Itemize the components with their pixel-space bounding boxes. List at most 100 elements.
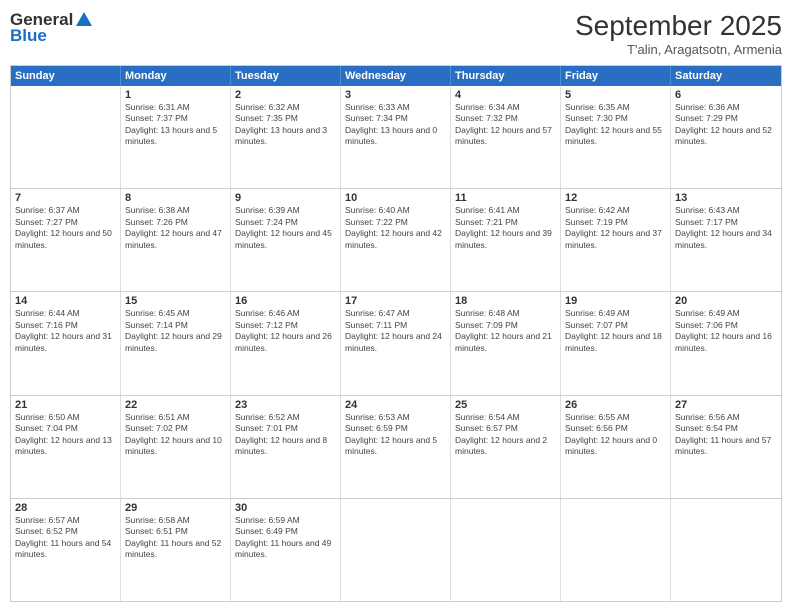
calendar-cell: 23Sunrise: 6:52 AMSunset: 7:01 PMDayligh… bbox=[231, 396, 341, 498]
day-number: 8 bbox=[125, 192, 226, 204]
day-number: 18 bbox=[455, 295, 556, 307]
calendar-cell: 29Sunrise: 6:58 AMSunset: 6:51 PMDayligh… bbox=[121, 499, 231, 601]
calendar-cell: 21Sunrise: 6:50 AMSunset: 7:04 PMDayligh… bbox=[11, 396, 121, 498]
day-number: 12 bbox=[565, 192, 666, 204]
day-number: 2 bbox=[235, 89, 336, 101]
calendar-cell: 5Sunrise: 6:35 AMSunset: 7:30 PMDaylight… bbox=[561, 86, 671, 188]
calendar-cell: 8Sunrise: 6:38 AMSunset: 7:26 PMDaylight… bbox=[121, 189, 231, 291]
calendar-cell: 19Sunrise: 6:49 AMSunset: 7:07 PMDayligh… bbox=[561, 292, 671, 394]
day-info: Sunrise: 6:31 AMSunset: 7:37 PMDaylight:… bbox=[125, 102, 226, 148]
day-number: 22 bbox=[125, 399, 226, 411]
calendar-cell: 9Sunrise: 6:39 AMSunset: 7:24 PMDaylight… bbox=[231, 189, 341, 291]
day-info: Sunrise: 6:35 AMSunset: 7:30 PMDaylight:… bbox=[565, 102, 666, 148]
day-info: Sunrise: 6:51 AMSunset: 7:02 PMDaylight:… bbox=[125, 412, 226, 458]
logo: General Blue bbox=[10, 10, 92, 46]
day-info: Sunrise: 6:52 AMSunset: 7:01 PMDaylight:… bbox=[235, 412, 336, 458]
day-info: Sunrise: 6:44 AMSunset: 7:16 PMDaylight:… bbox=[15, 308, 116, 354]
day-info: Sunrise: 6:53 AMSunset: 6:59 PMDaylight:… bbox=[345, 412, 446, 458]
day-info: Sunrise: 6:48 AMSunset: 7:09 PMDaylight:… bbox=[455, 308, 556, 354]
calendar-cell bbox=[451, 499, 561, 601]
subtitle: T'alin, Aragatsotn, Armenia bbox=[575, 42, 782, 57]
day-number: 16 bbox=[235, 295, 336, 307]
calendar-cell: 10Sunrise: 6:40 AMSunset: 7:22 PMDayligh… bbox=[341, 189, 451, 291]
day-info: Sunrise: 6:47 AMSunset: 7:11 PMDaylight:… bbox=[345, 308, 446, 354]
day-info: Sunrise: 6:39 AMSunset: 7:24 PMDaylight:… bbox=[235, 205, 336, 251]
calendar-cell: 4Sunrise: 6:34 AMSunset: 7:32 PMDaylight… bbox=[451, 86, 561, 188]
day-number: 24 bbox=[345, 399, 446, 411]
calendar-cell: 11Sunrise: 6:41 AMSunset: 7:21 PMDayligh… bbox=[451, 189, 561, 291]
day-info: Sunrise: 6:55 AMSunset: 6:56 PMDaylight:… bbox=[565, 412, 666, 458]
day-info: Sunrise: 6:37 AMSunset: 7:27 PMDaylight:… bbox=[15, 205, 116, 251]
day-info: Sunrise: 6:49 AMSunset: 7:07 PMDaylight:… bbox=[565, 308, 666, 354]
calendar: SundayMondayTuesdayWednesdayThursdayFrid… bbox=[10, 65, 782, 602]
calendar-cell: 25Sunrise: 6:54 AMSunset: 6:57 PMDayligh… bbox=[451, 396, 561, 498]
calendar-cell: 6Sunrise: 6:36 AMSunset: 7:29 PMDaylight… bbox=[671, 86, 781, 188]
day-number: 3 bbox=[345, 89, 446, 101]
day-info: Sunrise: 6:40 AMSunset: 7:22 PMDaylight:… bbox=[345, 205, 446, 251]
calendar-cell: 1Sunrise: 6:31 AMSunset: 7:37 PMDaylight… bbox=[121, 86, 231, 188]
day-info: Sunrise: 6:54 AMSunset: 6:57 PMDaylight:… bbox=[455, 412, 556, 458]
header: General Blue September 2025 T'alin, Arag… bbox=[10, 10, 782, 57]
day-number: 5 bbox=[565, 89, 666, 101]
calendar-cell bbox=[11, 86, 121, 188]
day-info: Sunrise: 6:32 AMSunset: 7:35 PMDaylight:… bbox=[235, 102, 336, 148]
day-number: 7 bbox=[15, 192, 116, 204]
calendar-cell: 30Sunrise: 6:59 AMSunset: 6:49 PMDayligh… bbox=[231, 499, 341, 601]
calendar-cell: 7Sunrise: 6:37 AMSunset: 7:27 PMDaylight… bbox=[11, 189, 121, 291]
day-number: 26 bbox=[565, 399, 666, 411]
day-number: 14 bbox=[15, 295, 116, 307]
day-number: 28 bbox=[15, 502, 116, 514]
calendar-row-2: 7Sunrise: 6:37 AMSunset: 7:27 PMDaylight… bbox=[11, 188, 781, 291]
header-day-friday: Friday bbox=[561, 66, 671, 86]
day-info: Sunrise: 6:36 AMSunset: 7:29 PMDaylight:… bbox=[675, 102, 777, 148]
day-info: Sunrise: 6:45 AMSunset: 7:14 PMDaylight:… bbox=[125, 308, 226, 354]
day-info: Sunrise: 6:41 AMSunset: 7:21 PMDaylight:… bbox=[455, 205, 556, 251]
day-number: 15 bbox=[125, 295, 226, 307]
day-number: 23 bbox=[235, 399, 336, 411]
header-day-tuesday: Tuesday bbox=[231, 66, 341, 86]
day-info: Sunrise: 6:34 AMSunset: 7:32 PMDaylight:… bbox=[455, 102, 556, 148]
day-number: 17 bbox=[345, 295, 446, 307]
day-number: 4 bbox=[455, 89, 556, 101]
day-number: 19 bbox=[565, 295, 666, 307]
day-info: Sunrise: 6:59 AMSunset: 6:49 PMDaylight:… bbox=[235, 515, 336, 561]
day-info: Sunrise: 6:58 AMSunset: 6:51 PMDaylight:… bbox=[125, 515, 226, 561]
month-title: September 2025 bbox=[575, 10, 782, 42]
calendar-row-5: 28Sunrise: 6:57 AMSunset: 6:52 PMDayligh… bbox=[11, 498, 781, 601]
day-info: Sunrise: 6:43 AMSunset: 7:17 PMDaylight:… bbox=[675, 205, 777, 251]
day-info: Sunrise: 6:57 AMSunset: 6:52 PMDaylight:… bbox=[15, 515, 116, 561]
calendar-cell bbox=[341, 499, 451, 601]
calendar-cell: 17Sunrise: 6:47 AMSunset: 7:11 PMDayligh… bbox=[341, 292, 451, 394]
calendar-cell bbox=[561, 499, 671, 601]
day-info: Sunrise: 6:46 AMSunset: 7:12 PMDaylight:… bbox=[235, 308, 336, 354]
header-day-sunday: Sunday bbox=[11, 66, 121, 86]
calendar-cell: 14Sunrise: 6:44 AMSunset: 7:16 PMDayligh… bbox=[11, 292, 121, 394]
day-number: 1 bbox=[125, 89, 226, 101]
day-number: 11 bbox=[455, 192, 556, 204]
calendar-row-3: 14Sunrise: 6:44 AMSunset: 7:16 PMDayligh… bbox=[11, 291, 781, 394]
day-number: 29 bbox=[125, 502, 226, 514]
day-number: 6 bbox=[675, 89, 777, 101]
day-info: Sunrise: 6:38 AMSunset: 7:26 PMDaylight:… bbox=[125, 205, 226, 251]
calendar-cell: 27Sunrise: 6:56 AMSunset: 6:54 PMDayligh… bbox=[671, 396, 781, 498]
calendar-row-4: 21Sunrise: 6:50 AMSunset: 7:04 PMDayligh… bbox=[11, 395, 781, 498]
day-number: 20 bbox=[675, 295, 777, 307]
calendar-cell: 16Sunrise: 6:46 AMSunset: 7:12 PMDayligh… bbox=[231, 292, 341, 394]
calendar-cell: 20Sunrise: 6:49 AMSunset: 7:06 PMDayligh… bbox=[671, 292, 781, 394]
calendar-body: 1Sunrise: 6:31 AMSunset: 7:37 PMDaylight… bbox=[11, 86, 781, 601]
page: General Blue September 2025 T'alin, Arag… bbox=[0, 0, 792, 612]
calendar-cell: 18Sunrise: 6:48 AMSunset: 7:09 PMDayligh… bbox=[451, 292, 561, 394]
day-number: 21 bbox=[15, 399, 116, 411]
header-day-wednesday: Wednesday bbox=[341, 66, 451, 86]
calendar-row-1: 1Sunrise: 6:31 AMSunset: 7:37 PMDaylight… bbox=[11, 86, 781, 188]
calendar-cell: 28Sunrise: 6:57 AMSunset: 6:52 PMDayligh… bbox=[11, 499, 121, 601]
header-day-thursday: Thursday bbox=[451, 66, 561, 86]
day-number: 10 bbox=[345, 192, 446, 204]
calendar-cell: 24Sunrise: 6:53 AMSunset: 6:59 PMDayligh… bbox=[341, 396, 451, 498]
day-info: Sunrise: 6:49 AMSunset: 7:06 PMDaylight:… bbox=[675, 308, 777, 354]
title-block: September 2025 T'alin, Aragatsotn, Armen… bbox=[575, 10, 782, 57]
day-number: 13 bbox=[675, 192, 777, 204]
day-info: Sunrise: 6:42 AMSunset: 7:19 PMDaylight:… bbox=[565, 205, 666, 251]
day-number: 9 bbox=[235, 192, 336, 204]
calendar-cell: 13Sunrise: 6:43 AMSunset: 7:17 PMDayligh… bbox=[671, 189, 781, 291]
